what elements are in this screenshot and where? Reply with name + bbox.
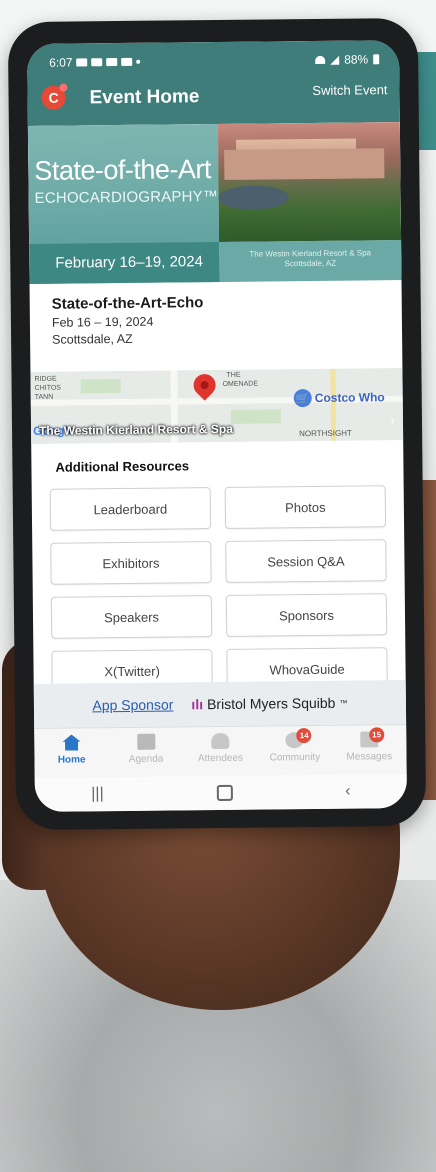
map-label: CHITOS <box>34 384 61 392</box>
android-nav-bar: ||| ‹ <box>34 774 408 812</box>
status-time: 6:07 <box>49 55 73 70</box>
status-bar: 6:07 88% <box>49 50 380 71</box>
location-map[interactable]: RIDGE CHITOS TANN THE OMENADE 🛒 Costco W… <box>30 368 404 444</box>
notification-icon <box>121 57 133 66</box>
banner-venue: The Westin Kierland Resort & Spa <box>249 248 372 259</box>
map-label: THE <box>226 371 241 379</box>
venue-photo <box>217 122 402 242</box>
resources-grid: Leaderboard Photos Exhibitors Session Q&… <box>32 471 406 693</box>
leaderboard-button[interactable]: Leaderboard <box>49 487 212 531</box>
banner-title: State-of-the-Art <box>34 154 212 186</box>
messages-badge: 15 <box>369 727 385 743</box>
page-title: Event Home <box>89 86 200 109</box>
banner-subtitle: ECHOCARDIOGRAPHY™ <box>34 187 219 207</box>
phone-screen: 6:07 88% C Event Home Switch Event State… <box>27 40 408 812</box>
app-header: 6:07 88% C Event Home Switch Event <box>27 40 400 126</box>
recent-apps-icon[interactable]: ||| <box>91 785 104 803</box>
sponsor-name: Bristol Myers Squibb <box>206 694 336 713</box>
notification-icon <box>76 58 88 67</box>
chevron-right-icon[interactable]: › <box>390 412 395 428</box>
exhibitors-button[interactable]: Exhibitors <box>50 541 212 585</box>
photos-button[interactable]: Photos <box>224 485 387 529</box>
home-circle-icon[interactable] <box>216 784 233 802</box>
banner-dates: February 16–19, 2024 <box>55 253 203 272</box>
resort-pond <box>218 185 289 210</box>
signal-icon <box>330 55 340 65</box>
battery-icon <box>373 54 380 65</box>
banner-city: Scottsdale, AZ <box>284 258 337 269</box>
sponsor-logo[interactable]: ılı Bristol Myers Squibb ™ <box>191 695 347 713</box>
banner-date-strip: February 16–19, 2024 <box>29 241 220 284</box>
app-sponsor-bar: App Sponsor ılı Bristol Myers Squibb ™ <box>33 680 407 728</box>
event-info: State-of-the-Art-Echo Feb 16 – 19, 2024 … <box>30 280 403 366</box>
tab-home[interactable]: Home <box>34 728 109 779</box>
tab-community[interactable]: 14 Community <box>257 726 332 777</box>
hand-logo-icon: ılı <box>191 696 204 713</box>
back-icon[interactable]: ‹ <box>345 783 351 801</box>
resources-title: Additional Resources <box>55 458 190 475</box>
event-name: State-of-the-Art-Echo <box>51 294 204 313</box>
session-qa-button[interactable]: Session Q&A <box>225 539 387 583</box>
banner-venue-strip: The Westin Kierland Resort & Spa Scottsd… <box>219 240 402 282</box>
event-location: Scottsdale, AZ <box>52 331 133 347</box>
tab-messages[interactable]: 15 Messages <box>332 725 407 776</box>
home-icon <box>62 734 80 750</box>
bottom-tab-bar: Home Agenda Attendees 14 Community 15 Me… <box>34 724 407 779</box>
switch-event-button[interactable]: Switch Event <box>312 82 387 98</box>
more-notifications-icon <box>136 59 141 64</box>
map-pin-icon[interactable] <box>189 369 221 401</box>
phone-device: 6:07 88% C Event Home Switch Event State… <box>7 17 427 831</box>
map-label: RIDGE <box>34 375 57 383</box>
app-sponsor-link[interactable]: App Sponsor <box>92 696 173 713</box>
map-label: TANN <box>34 393 54 401</box>
speakers-button[interactable]: Speakers <box>50 595 213 639</box>
map-poi-label: Costco Who <box>314 390 385 405</box>
wifi-icon <box>315 55 326 64</box>
trademark-mark: ™ <box>339 698 348 708</box>
tab-agenda[interactable]: Agenda <box>109 727 184 778</box>
map-label: NORTHSIGHT <box>299 428 352 439</box>
battery-percent: 88% <box>344 52 369 67</box>
calendar-icon <box>136 733 156 750</box>
map-venue-label: The Westin Kierland Resort & Spa <box>38 421 233 438</box>
app-logo-icon[interactable]: C <box>41 85 66 110</box>
event-dates: Feb 16 – 19, 2024 <box>51 314 154 330</box>
tab-attendees[interactable]: Attendees <box>183 727 258 778</box>
notification-icon <box>91 58 103 67</box>
shopping-pin-icon[interactable]: 🛒 <box>293 389 312 408</box>
resort-building <box>236 138 357 180</box>
community-badge: 14 <box>296 728 312 744</box>
sponsors-button[interactable]: Sponsors <box>225 593 388 637</box>
mail-notification-icon <box>106 58 118 67</box>
event-banner: State-of-the-Art ECHOCARDIOGRAPHY™ Febru… <box>27 122 402 284</box>
people-icon <box>211 732 230 750</box>
map-label: OMENADE <box>222 380 259 388</box>
